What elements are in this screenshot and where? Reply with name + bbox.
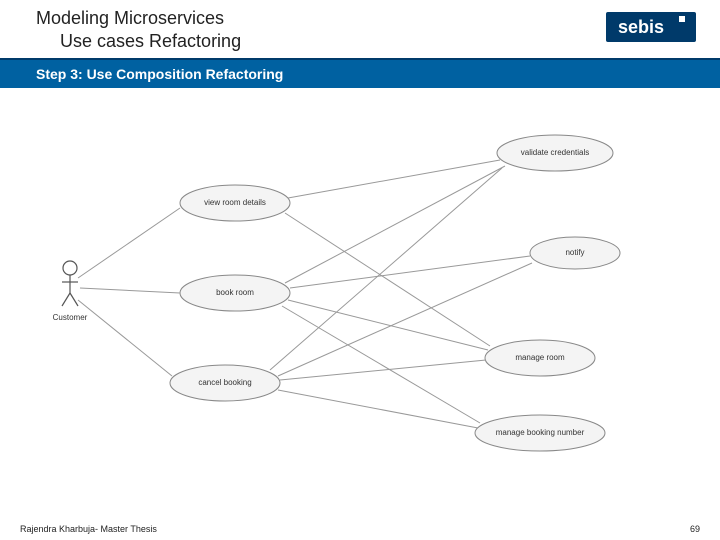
usecase-manage-room: manage room [485,340,595,376]
edge-actor-view [78,208,180,278]
edge-actor-cancel [78,300,172,376]
edge-actor-book [80,288,180,293]
usecase-view-room-details: view room details [180,185,290,221]
svg-text:validate credentials: validate credentials [521,148,589,157]
usecase-diagram: Customer view room details book room can… [0,88,720,508]
step-label: Step 3: Use Composition Refactoring [36,66,283,82]
actor-label: Customer [53,313,88,322]
usecase-notify: notify [530,237,620,269]
title-sub: Use cases Refactoring [36,31,700,52]
edge-cancel-managebooking [278,390,478,428]
edge-cancel-manageroom [280,360,486,380]
sebis-logo: sebis [606,10,696,46]
svg-text:sebis: sebis [618,17,664,37]
footer-page-number: 69 [690,524,700,534]
usecase-book-room: book room [180,275,290,311]
step-bar: Step 3: Use Composition Refactoring [0,60,720,88]
usecase-cancel-booking: cancel booking [170,365,280,401]
svg-text:view room details: view room details [204,198,266,207]
svg-text:manage room: manage room [515,353,565,362]
svg-text:manage booking number: manage booking number [496,428,585,437]
svg-text:cancel booking: cancel booking [198,378,251,387]
usecase-validate-credentials: validate credentials [497,135,613,171]
edge-view-validate [288,160,500,198]
slide-footer: Rajendra Kharbuja- Master Thesis 69 [0,524,720,534]
usecase-manage-booking-number: manage booking number [475,415,605,451]
actor-customer: Customer [53,261,88,322]
footer-author: Rajendra Kharbuja- Master Thesis [20,524,157,534]
svg-text:book room: book room [216,288,254,297]
slide-header: Modeling Microservices Use cases Refacto… [0,0,720,60]
title-main: Modeling Microservices [36,8,700,29]
edge-book-validate [285,166,505,283]
svg-text:notify: notify [565,248,584,257]
edge-cancel-validate [270,168,502,370]
